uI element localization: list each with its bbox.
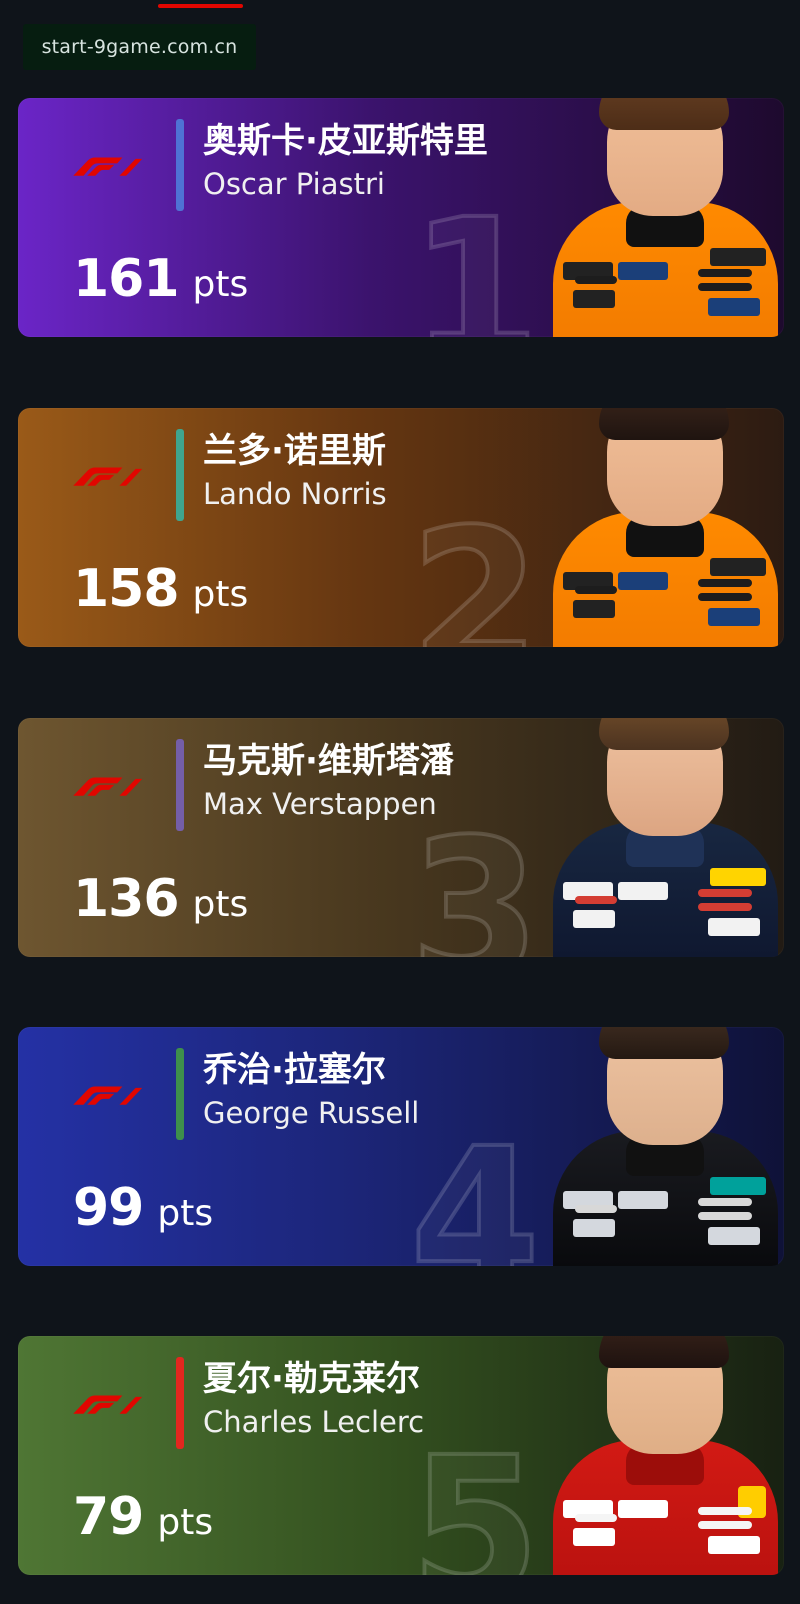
top-indicator	[158, 4, 243, 8]
driver-portrait-icon	[553, 1027, 778, 1266]
points-unit: pts	[157, 1193, 214, 1234]
driver-english-name: Oscar Piastri	[203, 167, 385, 201]
f1-logo-icon	[73, 777, 143, 796]
driver-card-4[interactable]: 4 乔治·拉塞尔 George Russell 99 pts	[18, 1027, 784, 1266]
watermark-text: start-9game.com.cn	[41, 36, 238, 58]
driver-portrait-icon	[553, 98, 778, 337]
driver-points: 161 pts	[73, 253, 248, 305]
rank-number: 1	[408, 177, 542, 337]
points-value: 99	[73, 1178, 144, 1238]
driver-portrait-icon	[553, 408, 778, 647]
rank-number: 2	[408, 487, 542, 647]
accent-bar	[176, 1048, 184, 1140]
driver-english-name: Max Verstappen	[203, 787, 437, 821]
accent-bar	[176, 1357, 184, 1449]
points-value: 79	[73, 1487, 144, 1547]
driver-portrait-icon	[553, 1336, 778, 1575]
driver-chinese-name: 兰多·诺里斯	[203, 431, 386, 471]
rank-number: 3	[408, 797, 542, 957]
driver-chinese-name: 夏尔·勒克莱尔	[203, 1359, 420, 1399]
f1-logo-icon	[73, 157, 143, 176]
driver-points: 158 pts	[73, 563, 248, 615]
driver-english-name: Lando Norris	[203, 477, 387, 511]
driver-points: 136 pts	[73, 873, 248, 925]
rank-number: 5	[408, 1415, 542, 1575]
accent-bar	[176, 119, 184, 211]
points-unit: pts	[192, 264, 249, 305]
f1-logo-icon	[73, 1395, 143, 1414]
points-unit: pts	[192, 884, 249, 925]
driver-english-name: Charles Leclerc	[203, 1405, 425, 1439]
f1-logo-icon	[73, 1086, 143, 1105]
driver-chinese-name: 乔治·拉塞尔	[203, 1050, 386, 1090]
f1-logo-icon	[73, 467, 143, 486]
driver-card-2[interactable]: 2 兰多·诺里斯 Lando Norris 158 pts	[18, 408, 784, 647]
driver-points: 99 pts	[73, 1182, 213, 1234]
driver-chinese-name: 奥斯卡·皮亚斯特里	[203, 121, 488, 161]
accent-bar	[176, 429, 184, 521]
driver-portrait-icon	[553, 718, 778, 957]
points-value: 161	[73, 249, 180, 309]
accent-bar	[176, 739, 184, 831]
points-unit: pts	[192, 574, 249, 615]
driver-points: 79 pts	[73, 1491, 213, 1543]
driver-card-3[interactable]: 3 马克斯·维斯塔潘 Max Verstappen 136 pts	[18, 718, 784, 957]
points-unit: pts	[157, 1502, 214, 1543]
driver-english-name: George Russell	[203, 1096, 420, 1130]
points-value: 158	[73, 559, 180, 619]
driver-card-5[interactable]: 5 夏尔·勒克莱尔 Charles Leclerc 79 pts	[18, 1336, 784, 1575]
watermark: start-9game.com.cn	[23, 24, 256, 70]
driver-chinese-name: 马克斯·维斯塔潘	[203, 741, 454, 781]
rank-number: 4	[408, 1106, 542, 1266]
points-value: 136	[73, 869, 180, 929]
driver-card-1[interactable]: 1 奥斯卡·皮亚斯特里 Oscar Piastri 161 pts	[18, 98, 784, 337]
